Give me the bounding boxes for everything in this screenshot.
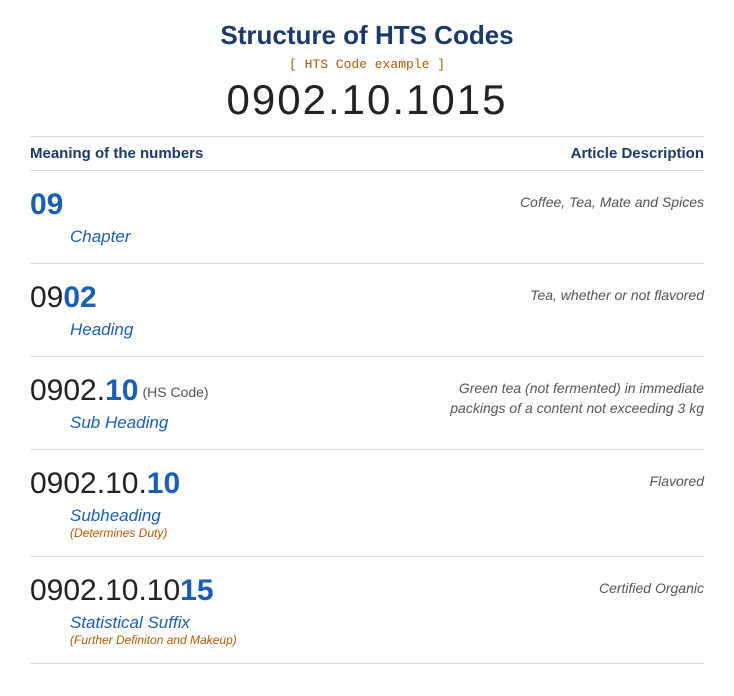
row-left-subheading-duty: 0902.10.10 Subheading (Determines Duty)	[30, 466, 650, 540]
row-statistical: 0902.10.1015 Statistical Suffix (Further…	[30, 557, 704, 664]
row-left-statistical: 0902.10.1015 Statistical Suffix (Further…	[30, 573, 599, 647]
col-right-header: Article Description	[571, 145, 704, 162]
row-left-subheading-hs: 0902.10(HS Code) Sub Heading	[30, 373, 424, 433]
row-left-chapter: 09 Chapter	[30, 187, 520, 247]
code-highlight-chapter: 09	[30, 188, 63, 221]
code-segment-statistical: 0902.10.1015	[30, 573, 579, 609]
code-label: [ HTS Code example ]	[30, 57, 704, 72]
hts-code-display: 0902.10.1015	[30, 76, 704, 124]
code-highlight-subheading-hs: 10	[105, 374, 138, 407]
column-headers: Meaning of the numbers Article Descripti…	[30, 136, 704, 171]
row-subheading-duty: 0902.10.10 Subheading (Determines Duty) …	[30, 450, 704, 557]
row-right-statistical: Certified Organic	[599, 573, 704, 599]
segment-label-heading: Heading	[70, 320, 510, 340]
code-prefix-heading: 09	[30, 281, 63, 314]
segment-label-chapter: Chapter	[70, 227, 500, 247]
row-left-heading: 0902 Heading	[30, 280, 530, 340]
segment-label-subheading-hs: Sub Heading	[70, 413, 404, 433]
row-chapter: 09 Chapter Coffee, Tea, Mate and Spices	[30, 171, 704, 264]
hs-code-label: (HS Code)	[142, 384, 208, 400]
row-right-subheading-hs: Green tea (not fermented) in immediate p…	[424, 373, 704, 418]
code-highlight-heading: 02	[63, 281, 96, 314]
row-right-chapter: Coffee, Tea, Mate and Spices	[520, 187, 704, 213]
code-prefix-subheading-duty: 0902.10.	[30, 467, 147, 500]
segment-sublabel-statistical: (Further Definiton and Makeup)	[70, 633, 579, 647]
row-right-heading: Tea, whether or not flavored	[530, 280, 704, 306]
page-header: Structure of HTS Codes [ HTS Code exampl…	[30, 20, 704, 124]
col-left-header: Meaning of the numbers	[30, 145, 203, 162]
segment-label-statistical: Statistical Suffix	[70, 613, 579, 633]
row-subheading-hs: 0902.10(HS Code) Sub Heading Green tea (…	[30, 357, 704, 450]
segment-sublabel-subheading-duty: (Determines Duty)	[70, 526, 630, 540]
row-heading: 0902 Heading Tea, whether or not flavore…	[30, 264, 704, 357]
code-segment-subheading-duty: 0902.10.10	[30, 466, 630, 502]
code-highlight-subheading-duty: 10	[147, 467, 180, 500]
code-prefix-subheading-hs: 0902.	[30, 374, 105, 407]
code-segment-subheading-hs: 0902.10(HS Code)	[30, 373, 404, 409]
code-segment-chapter: 09	[30, 187, 500, 223]
code-highlight-statistical: 15	[180, 574, 213, 607]
code-segment-heading: 0902	[30, 280, 510, 316]
page-container: Structure of HTS Codes [ HTS Code exampl…	[30, 20, 704, 664]
row-right-subheading-duty: Flavored	[650, 466, 704, 492]
page-title: Structure of HTS Codes	[30, 20, 704, 51]
code-prefix-statistical: 0902.10.10	[30, 574, 180, 607]
segment-label-subheading-duty: Subheading	[70, 506, 630, 526]
